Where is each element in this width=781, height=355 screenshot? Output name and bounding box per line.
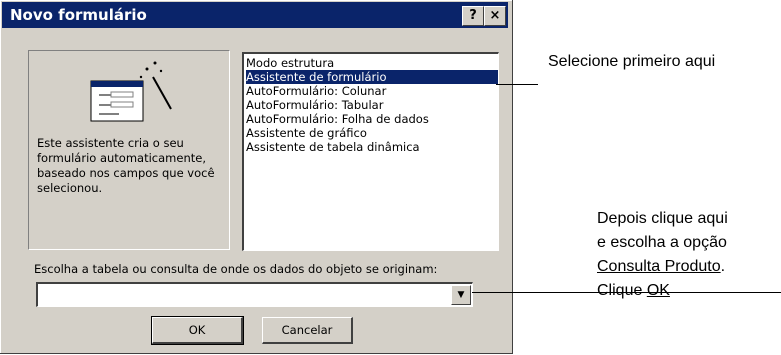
form-wizard-icon	[90, 61, 172, 122]
list-item[interactable]: AutoFormulário: Tabular	[246, 98, 383, 112]
help-button[interactable]: ?	[462, 6, 484, 26]
annotation-click-text: Clique	[597, 282, 647, 299]
list-item[interactable]: AutoFormulário: Colunar	[246, 84, 386, 98]
callout-line-listbox	[496, 84, 538, 85]
title-bar[interactable]: Novo formulário ? ×	[2, 2, 508, 28]
annotation-select-first: Selecione primeiro aqui	[548, 53, 716, 70]
dialog-title: Novo formulário	[10, 6, 147, 24]
ok-button[interactable]: OK	[151, 316, 244, 345]
list-item-selected[interactable]: Assistente de formulário	[246, 70, 498, 84]
source-combobox[interactable]: ▼	[36, 282, 473, 307]
wizard-description: Este assistente cria o seu formulário au…	[37, 136, 215, 195]
annotation-product-query: Consulta Produto.	[597, 255, 725, 279]
wizard-preview-panel: Este assistente cria o seu formulário au…	[28, 50, 230, 250]
chevron-down-icon[interactable]: ▼	[451, 285, 471, 305]
list-item[interactable]: Modo estrutura	[246, 56, 334, 70]
list-item[interactable]: Assistente de gráfico	[246, 126, 367, 140]
form-type-listbox[interactable]: Modo estrutura Assistente de formulário …	[242, 52, 499, 251]
cancel-button[interactable]: Cancelar	[262, 317, 353, 344]
annotation-choose-option: e escolha a opção	[597, 234, 727, 251]
annotation-period: .	[720, 258, 726, 275]
close-button[interactable]: ×	[484, 6, 506, 26]
annotation-product-query-link: Consulta Produto	[597, 258, 721, 275]
annotation-ok-link: OK	[646, 282, 670, 299]
new-form-dialog: Novo formulário ? × Este assistente cria…	[0, 0, 513, 354]
annotation-then-click: Depois clique aqui	[597, 210, 728, 227]
list-item[interactable]: AutoFormulário: Folha de dados	[246, 112, 429, 126]
source-prompt-label: Escolha a tabela ou consulta de onde os …	[34, 262, 438, 276]
list-item[interactable]: Assistente de tabela dinâmica	[246, 140, 420, 154]
annotation-click-ok: Clique OK	[597, 279, 670, 303]
